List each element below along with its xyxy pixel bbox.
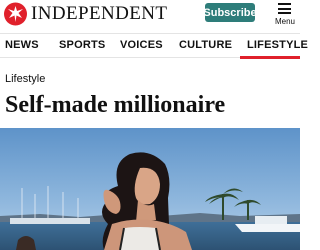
- eagle-logo-icon: [4, 2, 27, 26]
- nav-item-culture[interactable]: CULTURE: [179, 39, 232, 51]
- menu-button[interactable]: Menu: [272, 2, 298, 28]
- article-headline: Self-made millionaire: [5, 92, 226, 118]
- nav-item-lifestyle[interactable]: LIFESTYLE: [247, 39, 308, 51]
- nav-item-news[interactable]: NEWS: [5, 39, 39, 51]
- nav-item-voices[interactable]: VOICES: [120, 39, 163, 51]
- site-header: INDEPENDENT Subscribe Menu: [0, 0, 300, 33]
- hero-image: [0, 128, 300, 250]
- site-logo[interactable]: INDEPENDENT: [3, 2, 167, 26]
- subscribe-button[interactable]: Subscribe: [203, 3, 257, 22]
- nav-item-sports[interactable]: SPORTS: [59, 39, 105, 51]
- article-section-label[interactable]: Lifestyle: [5, 73, 45, 85]
- active-tab-indicator: [240, 56, 300, 59]
- logo-text: INDEPENDENT: [31, 3, 168, 24]
- section-nav: NEWS SPORTS VOICES CULTURE LIFESTYLE: [0, 33, 308, 59]
- hamburger-menu-icon: [278, 3, 291, 14]
- menu-label: Menu: [274, 17, 295, 26]
